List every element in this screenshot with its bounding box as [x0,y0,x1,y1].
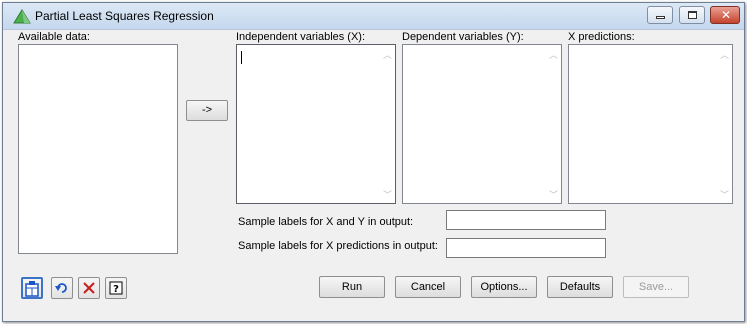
cancel-button[interactable]: Cancel [395,276,461,298]
defaults-button[interactable]: Defaults [547,276,613,298]
window-title: Partial Least Squares Regression [35,9,214,23]
run-button[interactable]: Run [319,276,385,298]
scroll-up-icon[interactable]: ︿ [549,48,558,61]
dependent-variables-list[interactable]: ︿ ﹀ [402,44,562,204]
dependent-variables-label: Dependent variables (Y): [402,31,524,43]
undo-button[interactable] [51,277,73,299]
scroll-down-icon[interactable]: ﹀ [383,188,392,201]
independent-variables-list[interactable]: ︿ ﹀ [236,44,396,204]
minimize-icon [656,16,665,19]
move-to-list-button[interactable]: -> [186,100,228,121]
svg-text:?: ? [113,284,119,295]
clear-button[interactable] [78,277,100,299]
maximize-button[interactable] [679,6,705,24]
minimize-button[interactable] [647,6,673,24]
save-to-spreadsheet-icon [25,281,39,297]
independent-variables-label: Independent variables (X): [236,31,366,43]
maximize-icon [688,11,697,19]
sample-labels-xpred-label: Sample labels for X predictions in outpu… [238,240,438,252]
app-icon [13,9,31,24]
scroll-down-icon[interactable]: ﹀ [549,188,558,201]
scroll-up-icon[interactable]: ︿ [720,48,729,61]
save-to-spreadsheet-button[interactable] [21,277,43,299]
pls-regression-dialog: Partial Least Squares Regression ✕ Avail… [2,2,745,322]
sample-labels-xpred-field[interactable] [446,238,606,258]
clear-icon [83,282,95,294]
sample-labels-xy-field[interactable] [446,210,606,230]
close-button[interactable]: ✕ [710,6,740,24]
scroll-down-icon[interactable]: ﹀ [720,188,729,201]
close-icon: ✕ [721,8,732,22]
help-button[interactable]: ? [105,277,127,299]
help-icon: ? [109,281,123,295]
sample-labels-xy-label: Sample labels for X and Y in output: [238,216,414,228]
available-data-list[interactable] [18,44,178,254]
options-button[interactable]: Options... [471,276,537,298]
x-predictions-list[interactable]: ︿ ﹀ [568,44,733,204]
x-predictions-label: X predictions: [568,31,635,43]
scroll-up-icon[interactable]: ︿ [383,48,392,61]
text-caret [241,51,242,64]
title-bar[interactable]: Partial Least Squares Regression ✕ [3,3,744,30]
save-button: Save... [623,276,689,298]
available-data-label: Available data: [18,31,90,43]
undo-icon [55,283,67,293]
